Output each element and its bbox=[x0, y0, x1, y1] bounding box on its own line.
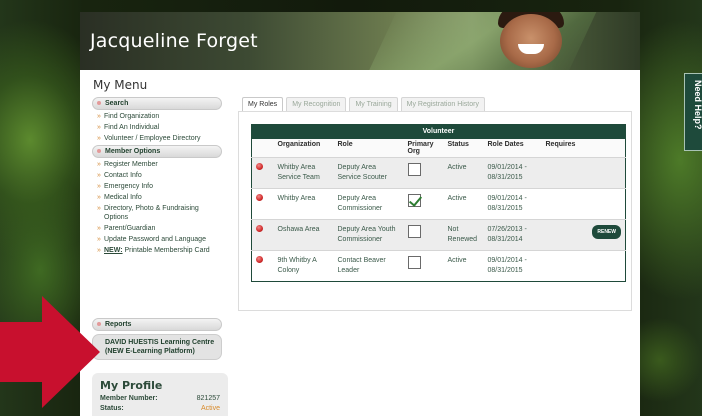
cell-organization: Whitby Area bbox=[273, 187, 334, 219]
cell-primary bbox=[403, 249, 444, 281]
col-status: Status bbox=[443, 138, 484, 157]
col-primary-org: Primary Org bbox=[403, 138, 444, 157]
table-row: Oshawa Area Deputy Area Youth Commission… bbox=[251, 218, 626, 250]
profile-card: My Profile Member Number: 821257 Status:… bbox=[92, 373, 228, 416]
cell-organization: 9th Whitby A Colony bbox=[273, 249, 334, 281]
renew-button[interactable]: RENEW bbox=[592, 224, 621, 239]
cell-organization: Oshawa Area bbox=[273, 218, 334, 250]
tab-my-recognition[interactable]: My Recognition bbox=[286, 97, 347, 112]
member-number-value: 821257 bbox=[196, 395, 220, 402]
tab-my-roles[interactable]: My Roles bbox=[242, 97, 284, 112]
cell-status: Active bbox=[443, 249, 484, 281]
menu-section-member-options[interactable]: Member Options bbox=[92, 145, 222, 158]
col-requires: Requires bbox=[541, 138, 626, 157]
cell-role: Deputy Area Service Scouter bbox=[333, 156, 404, 188]
col-indicator bbox=[251, 138, 274, 157]
row-indicator bbox=[251, 156, 274, 188]
need-help-tab[interactable]: Need Help? bbox=[684, 73, 702, 151]
menu-item-parent-guardian[interactable]: Parent/Guardian bbox=[92, 224, 222, 233]
cell-dates: 09/01/2014 - 08/31/2015 bbox=[483, 187, 542, 219]
member-number-label: Member Number: bbox=[100, 395, 158, 402]
cell-requires bbox=[541, 249, 626, 281]
primary-org-checkbox[interactable] bbox=[407, 162, 421, 176]
status-row: Status: Active bbox=[100, 405, 220, 412]
table-row: Whitby Area Deputy Area Commissioner Act… bbox=[251, 187, 626, 219]
reports-block: Reports DAVID HUESTIS Learning Centre (N… bbox=[92, 318, 222, 360]
header-banner: Jacqueline Forget bbox=[80, 12, 640, 70]
col-role-dates: Role Dates bbox=[483, 138, 542, 157]
cell-role: Deputy Area Commissioner bbox=[333, 187, 404, 219]
learning-centre-link[interactable]: DAVID HUESTIS Learning Centre (NEW E-Lea… bbox=[92, 334, 222, 360]
cell-dates: 09/01/2014 - 08/31/2015 bbox=[483, 249, 542, 281]
membership-card-label: Printable Membership Card bbox=[122, 247, 210, 254]
tab-bar: My Roles My Recognition My Training My R… bbox=[242, 97, 488, 112]
cell-status: Not Renewed bbox=[443, 218, 484, 250]
main-panel: My Menu Search Find Organization Find An… bbox=[80, 70, 640, 416]
alert-dot-icon bbox=[256, 162, 263, 170]
menu-item-directory-photo[interactable]: Directory, Photo & Fundraising Options bbox=[92, 204, 222, 222]
tent-image bbox=[359, 12, 601, 70]
tab-my-registration-history[interactable]: My Registration History bbox=[400, 97, 485, 112]
col-role: Role bbox=[333, 138, 404, 157]
menu-section-search[interactable]: Search bbox=[92, 97, 222, 110]
tab-my-training[interactable]: My Training bbox=[349, 97, 398, 112]
cell-role: Deputy Area Youth Commissioner bbox=[333, 218, 404, 250]
row-indicator bbox=[251, 187, 274, 219]
row-indicator bbox=[251, 249, 274, 281]
cell-status: Active bbox=[443, 187, 484, 219]
alert-dot-icon bbox=[256, 224, 263, 232]
table-group-header: Volunteer bbox=[251, 124, 626, 139]
cell-requires bbox=[541, 156, 626, 188]
user-name: Jacqueline Forget bbox=[90, 30, 258, 52]
menu-item-directory[interactable]: Volunteer / Employee Directory bbox=[92, 134, 222, 143]
red-arrow-icon bbox=[0, 296, 100, 408]
primary-org-checkbox-checked[interactable] bbox=[407, 193, 421, 207]
menu-item-find-individual[interactable]: Find An Individual bbox=[92, 123, 222, 132]
profile-title: My Profile bbox=[100, 379, 163, 392]
cell-requires bbox=[541, 187, 626, 219]
roles-table: Volunteer Organization Role Primary Org … bbox=[251, 124, 626, 282]
menu-item-find-organization[interactable]: Find Organization bbox=[92, 112, 222, 121]
new-tag: NEW: bbox=[104, 247, 123, 254]
menu-item-emergency-info[interactable]: Emergency Info bbox=[92, 182, 222, 191]
primary-org-checkbox[interactable] bbox=[407, 255, 421, 269]
menu-item-contact-info[interactable]: Contact Info bbox=[92, 171, 222, 180]
col-organization: Organization bbox=[273, 138, 334, 157]
cell-organization: Whitby Area Service Team bbox=[273, 156, 334, 188]
cell-requires: RENEW bbox=[541, 218, 626, 250]
member-number-row: Member Number: 821257 bbox=[100, 395, 220, 402]
need-help-label: Need Help? bbox=[693, 80, 702, 130]
primary-org-checkbox[interactable] bbox=[407, 224, 421, 238]
cell-primary bbox=[403, 218, 444, 250]
alert-dot-icon bbox=[256, 193, 263, 201]
alert-dot-icon bbox=[256, 255, 263, 263]
menu-section-reports[interactable]: Reports bbox=[92, 318, 222, 331]
cell-dates: 07/26/2013 - 08/31/2014 bbox=[483, 218, 542, 250]
menu-item-update-password[interactable]: Update Password and Language bbox=[92, 235, 222, 244]
table-row: Whitby Area Service Team Deputy Area Ser… bbox=[251, 156, 626, 188]
cell-dates: 09/01/2014 - 08/31/2015 bbox=[483, 156, 542, 188]
menu-item-register-member[interactable]: Register Member bbox=[92, 160, 222, 169]
cell-primary bbox=[403, 156, 444, 188]
cell-primary bbox=[403, 187, 444, 219]
menu-item-membership-card[interactable]: NEW: Printable Membership Card bbox=[92, 246, 222, 255]
row-indicator bbox=[251, 218, 274, 250]
menu-item-medical-info[interactable]: Medical Info bbox=[92, 193, 222, 202]
table-row: 9th Whitby A Colony Contact Beaver Leade… bbox=[251, 249, 626, 281]
cell-status: Active bbox=[443, 156, 484, 188]
cell-role: Contact Beaver Leader bbox=[333, 249, 404, 281]
side-menu: Search Find Organization Find An Individ… bbox=[92, 97, 222, 257]
roles-panel: Volunteer Organization Role Primary Org … bbox=[238, 111, 632, 311]
menu-title: My Menu bbox=[93, 78, 148, 92]
status-value: Active bbox=[200, 405, 220, 412]
child-photo bbox=[500, 14, 562, 68]
status-label: Status: bbox=[100, 405, 124, 412]
